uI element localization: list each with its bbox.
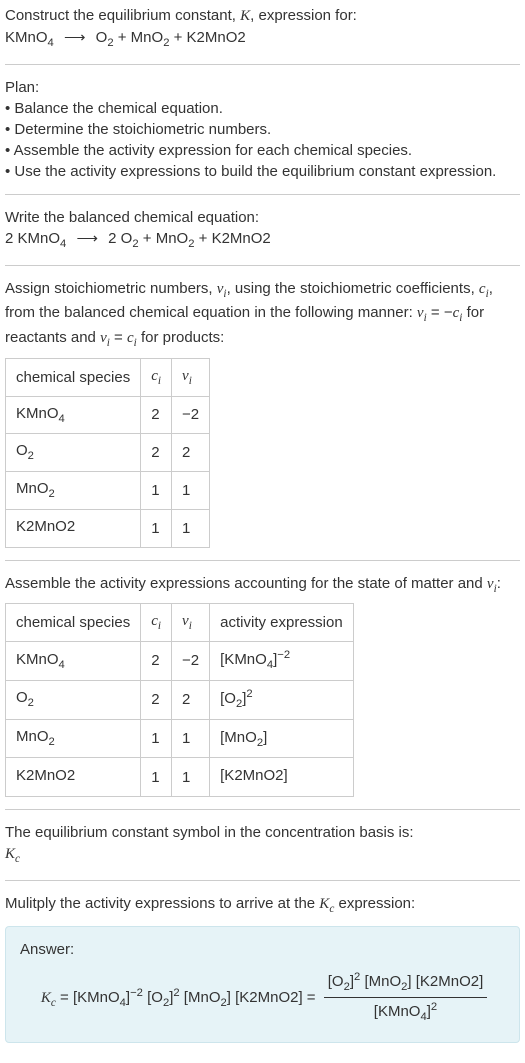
question-text-1: Construct the equilibrium constant,: [5, 7, 240, 24]
balanced-title: Write the balanced chemical equation:: [5, 207, 520, 228]
kc-symbol-line: The equilibrium constant symbol in the c…: [5, 822, 520, 843]
plan-bullet: • Use the activity expressions to build …: [5, 161, 520, 182]
col-activity: activity expression: [210, 604, 354, 642]
activity-section: Assemble the activity expressions accoun…: [5, 573, 520, 798]
activity-intro: Assemble the activity expressions accoun…: [5, 573, 520, 598]
kc-symbol: Kc: [5, 843, 520, 868]
right-arrow-icon: ⟶: [58, 29, 92, 46]
table-row: K2MnO211[K2MnO2]: [6, 758, 354, 797]
balanced-equation: 2 KMnO4 ⟶ 2 O2 + MnO2 + K2MnO2: [5, 228, 520, 253]
fraction: [O2]2 [MnO2] [K2MnO2][KMnO4]2: [324, 970, 488, 1027]
K-symbol: K: [240, 8, 250, 24]
right-arrow-icon: ⟶: [70, 230, 104, 247]
table-header-row: chemical species ci νi: [6, 358, 210, 396]
plan-bullet: • Determine the stoichiometric numbers.: [5, 119, 520, 140]
table-row: K2MnO211: [6, 509, 210, 547]
table-row: O222[O2]2: [6, 680, 354, 719]
table-row: MnO211: [6, 472, 210, 510]
col-vi: νi: [172, 358, 210, 396]
eq-lhs: KMnO4: [5, 29, 54, 46]
table-header-row: chemical species ci νi activity expressi…: [6, 604, 354, 642]
col-ci: ci: [141, 358, 172, 396]
table-row: KMnO42−2: [6, 396, 210, 434]
table-row: O222: [6, 434, 210, 472]
table-row: KMnO42−2[KMnO4]−2: [6, 642, 354, 681]
activity-table: chemical species ci νi activity expressi…: [5, 603, 354, 797]
col-vi: νi: [172, 604, 210, 642]
answer-label: Answer:: [20, 939, 505, 960]
balanced-section: Write the balanced chemical equation: 2 …: [5, 207, 520, 253]
question-header: Construct the equilibrium constant, K, e…: [5, 5, 520, 52]
kc-symbol-section: The equilibrium constant symbol in the c…: [5, 822, 520, 868]
col-species: chemical species: [6, 604, 141, 642]
multiply-section: Mulitply the activity expressions to arr…: [5, 893, 520, 918]
plan-bullet: • Balance the chemical equation.: [5, 98, 520, 119]
plan-title: Plan:: [5, 77, 520, 98]
question-text-1b: , expression for:: [250, 7, 357, 24]
plan-section: Plan: • Balance the chemical equation. •…: [5, 77, 520, 182]
plan-bullet: • Assemble the activity expression for e…: [5, 140, 520, 161]
stoich-section: Assign stoichiometric numbers, νi, using…: [5, 278, 520, 548]
stoich-table: chemical species ci νi KMnO42−2 O222 MnO…: [5, 358, 210, 548]
answer-expression: Kc = [KMnO4]−2 [O2]2 [MnO2] [K2MnO2] = […: [20, 970, 505, 1027]
answer-box: Answer: Kc = [KMnO4]−2 [O2]2 [MnO2] [K2M…: [5, 926, 520, 1044]
stoich-intro: Assign stoichiometric numbers, νi, using…: [5, 278, 520, 352]
col-species: chemical species: [6, 358, 141, 396]
eq-rhs: O2 + MnO2 + K2MnO2: [96, 29, 246, 46]
col-ci: ci: [141, 604, 172, 642]
table-row: MnO211[MnO2]: [6, 719, 354, 758]
